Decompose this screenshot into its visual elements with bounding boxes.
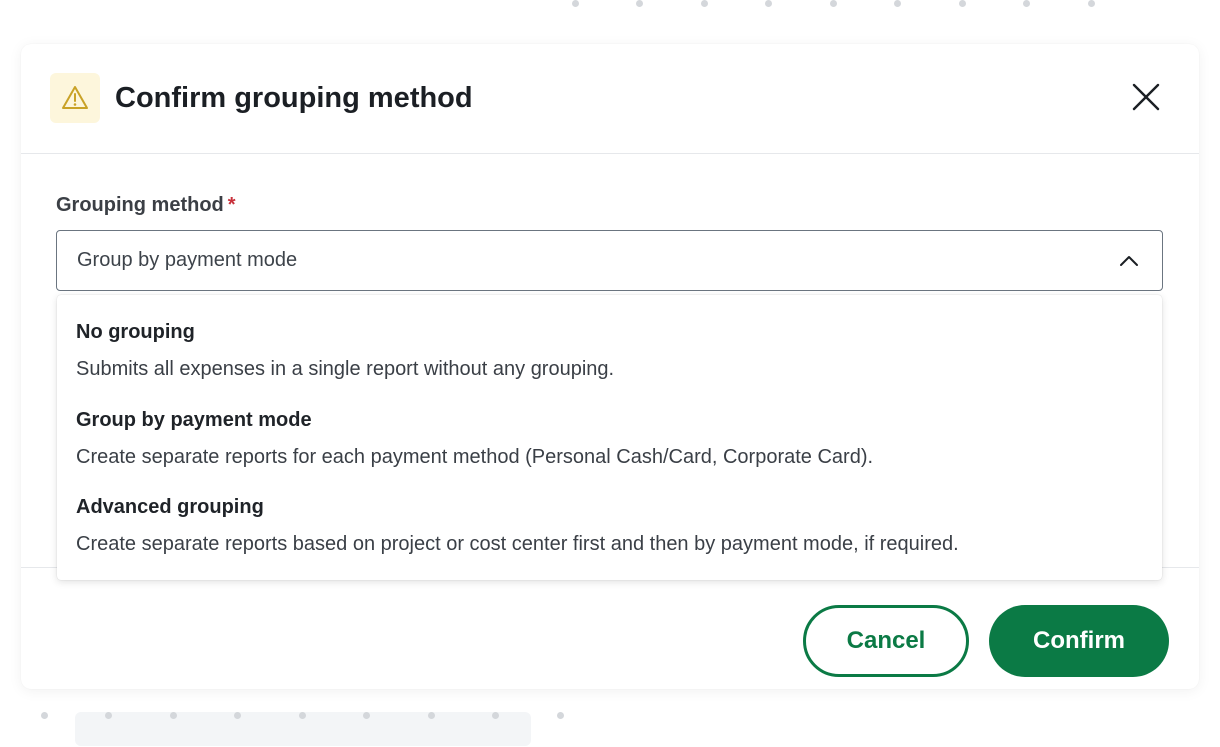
- dialog-title: Confirm grouping method: [115, 82, 473, 114]
- background-dots-top: [560, 0, 1120, 10]
- dialog-header: Confirm grouping method: [21, 44, 1199, 154]
- option-title: Advanced grouping: [76, 496, 264, 518]
- option-description: Create separate reports for each payment…: [76, 446, 874, 468]
- option-no-grouping[interactable]: No grouping Submits all expenses in a si…: [76, 321, 1136, 381]
- chevron-up-icon: [1120, 256, 1138, 266]
- close-icon: [1132, 83, 1160, 111]
- option-description: Submits all expenses in a single report …: [76, 358, 615, 380]
- required-mark: *: [227, 194, 236, 216]
- close-button[interactable]: [1129, 80, 1163, 114]
- grouping-method-label: Grouping method *: [56, 194, 236, 216]
- option-group-by-payment-mode[interactable]: Group by payment mode Create separate re…: [76, 409, 1136, 469]
- confirm-button[interactable]: Confirm: [989, 605, 1169, 677]
- grouping-method-select[interactable]: Group by payment mode: [56, 230, 1163, 291]
- grouping-options-dropdown: No grouping Submits all expenses in a si…: [57, 295, 1162, 580]
- option-title: No grouping: [76, 321, 195, 343]
- cancel-button[interactable]: Cancel: [803, 605, 969, 677]
- background-dots-bottom: [36, 712, 576, 722]
- confirm-grouping-dialog: Confirm grouping method Grouping method *…: [21, 44, 1199, 689]
- option-description: Create separate reports based on project…: [76, 533, 959, 555]
- option-advanced-grouping[interactable]: Advanced grouping Create separate report…: [76, 496, 1136, 556]
- selected-value: Group by payment mode: [77, 249, 298, 271]
- option-title: Group by payment mode: [76, 409, 312, 431]
- warning-icon: [50, 73, 100, 123]
